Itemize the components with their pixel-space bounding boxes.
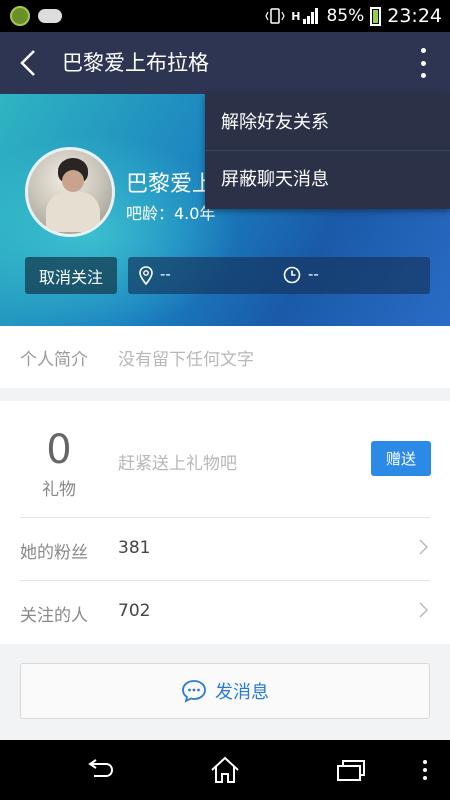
intro-row: 个人简介 没有留下任何文字 [0,326,450,388]
menu-dots-icon [423,760,427,780]
fans-count: 381 [118,538,151,558]
network-type: H [291,9,301,23]
signal-icon [303,8,319,24]
back-arrow-icon [20,50,35,76]
bar-age: 吧龄：4.0年 [126,204,216,223]
battery-percent: 85% [326,6,365,26]
unfollow-button[interactable]: 取消关注 [25,257,117,294]
app-notification-icon [10,6,30,26]
following-label: 关注的人 [20,606,88,626]
location-pin-icon [139,266,153,286]
following-count: 702 [118,601,151,621]
weather-icon [38,9,62,23]
battery-icon [370,6,382,26]
info-card: 0 礼物 赶紧送上礼物吧 赠送 她的粉丝 381 关注的人 702 [0,401,450,644]
options-menu: 解除好友关系 屏蔽聊天消息 [205,94,450,209]
gift-count: 0 [46,427,72,473]
page-title: 巴黎爱上布拉格 [62,51,209,75]
menu-item-block-messages[interactable]: 屏蔽聊天消息 [205,151,450,208]
back-button[interactable] [14,48,44,78]
send-message-label: 发消息 [215,682,269,703]
more-options-button[interactable] [416,48,430,78]
location-time-box: -- -- [128,257,430,294]
status-bar: H 85% 23:24 [0,0,450,32]
gift-hint: 赶紧送上礼物吧 [118,454,237,474]
time-value: -- [308,265,319,283]
location-value: -- [160,265,171,283]
system-nav-bar [0,740,450,800]
more-dot-icon [420,73,426,78]
fans-row[interactable]: 她的粉丝 381 [0,518,450,580]
chevron-right-icon [419,602,429,618]
recent-apps-icon [337,760,365,781]
more-dot-icon [420,60,426,66]
nav-back-icon [88,759,114,777]
vibrate-icon [265,8,285,24]
clock-icon [283,266,301,284]
intro-label: 个人简介 [20,350,88,370]
gift-label: 礼物 [42,480,76,500]
nav-back-button[interactable] [80,754,120,786]
chevron-right-icon [419,539,429,555]
send-gift-button[interactable]: 赠送 [371,441,431,476]
fans-label: 她的粉丝 [20,543,88,563]
intro-value: 没有留下任何文字 [118,350,254,370]
home-icon [211,756,239,783]
nav-home-button[interactable] [205,754,245,786]
send-message-button[interactable]: 发消息 [20,663,430,719]
avatar[interactable] [25,147,115,237]
nav-menu-button[interactable] [410,754,440,786]
menu-item-remove-friend[interactable]: 解除好友关系 [205,94,450,151]
clock-time: 23:24 [387,5,442,27]
chat-bubble-icon [182,680,206,703]
title-bar: 巴黎爱上布拉格 [0,32,450,94]
more-dot-icon [420,48,426,53]
following-row[interactable]: 关注的人 702 [0,581,450,643]
nav-recents-button[interactable] [330,754,370,786]
